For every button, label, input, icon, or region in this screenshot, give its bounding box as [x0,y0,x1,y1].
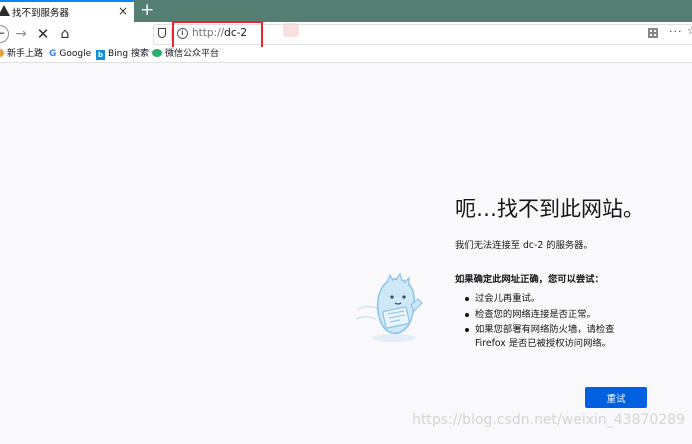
firefox-icon [0,49,4,57]
tab-title: 找不到服务器 [12,8,70,19]
bookmark-label: Google [59,49,92,59]
extension-icon[interactable] [283,23,299,37]
error-title: 呃…找不到此网站。 [455,197,644,221]
retry-button[interactable]: 重试 [585,387,647,408]
warning-icon [0,5,10,16]
nav-bar: ← → ✕ ⌂ i http://dc-2 ··· ☆ [0,22,692,47]
bookmark-item[interactable]: b Bing 搜索 [96,47,149,61]
error-description: 我们无法连接至 dc-2 的服务器。 [455,240,593,251]
bookmark-star-icon[interactable]: ☆ [687,24,692,37]
list-item: 如果您部署有网络防火墙，请检查 Firefox 是否已被授权访问网络。 [463,323,614,350]
bookmark-label: Bing 搜索 [108,49,149,59]
dino-mascot-icon [355,272,423,342]
tab-close-icon[interactable]: × [118,3,128,19]
watermark: https://blog.csdn.net/weixin_43870289 [412,412,686,428]
bookmark-item[interactable]: 新手上路 [0,47,43,61]
wechat-icon [152,49,162,57]
error-subtitle: 如果确定此网址正确，您可以尝试： [455,274,604,285]
bookmark-item[interactable]: G Google [49,47,91,61]
qr-code-icon[interactable] [648,28,658,38]
forward-button[interactable]: → [13,25,29,43]
tab-strip: 找不到服务器 × + [0,0,692,23]
bookmarks-toolbar: 新手上路 G Google b Bing 搜索 微信公众平台 [0,47,692,61]
new-tab-button[interactable]: + [140,0,154,21]
google-icon: G [49,49,57,59]
bing-icon: b [96,50,105,60]
list-item: 过会儿再重试。 [463,292,614,306]
suggestion-list: 过会儿再重试。 检查您的网络连接是否正常。 如果您部署有网络防火墙，请检查 Fir… [463,292,614,350]
bookmark-label: 微信公众平台 [165,49,220,59]
bookmark-item[interactable]: 微信公众平台 [152,47,219,61]
list-item-text: 如果您部署有网络防火墙，请检查 [475,324,615,335]
home-button[interactable]: ⌂ [57,25,73,43]
back-button[interactable]: ← [0,25,9,43]
shield-icon[interactable] [158,28,166,38]
list-item: 检查您的网络连接是否正常。 [463,308,614,322]
tab-active[interactable]: 找不到服务器 × [0,0,134,23]
stop-button[interactable]: ✕ [35,25,51,43]
list-item-text: Firefox 是否已被授权访问网络。 [475,337,611,349]
bookmark-label: 新手上路 [7,49,44,59]
more-actions-icon[interactable]: ··· [669,25,683,38]
